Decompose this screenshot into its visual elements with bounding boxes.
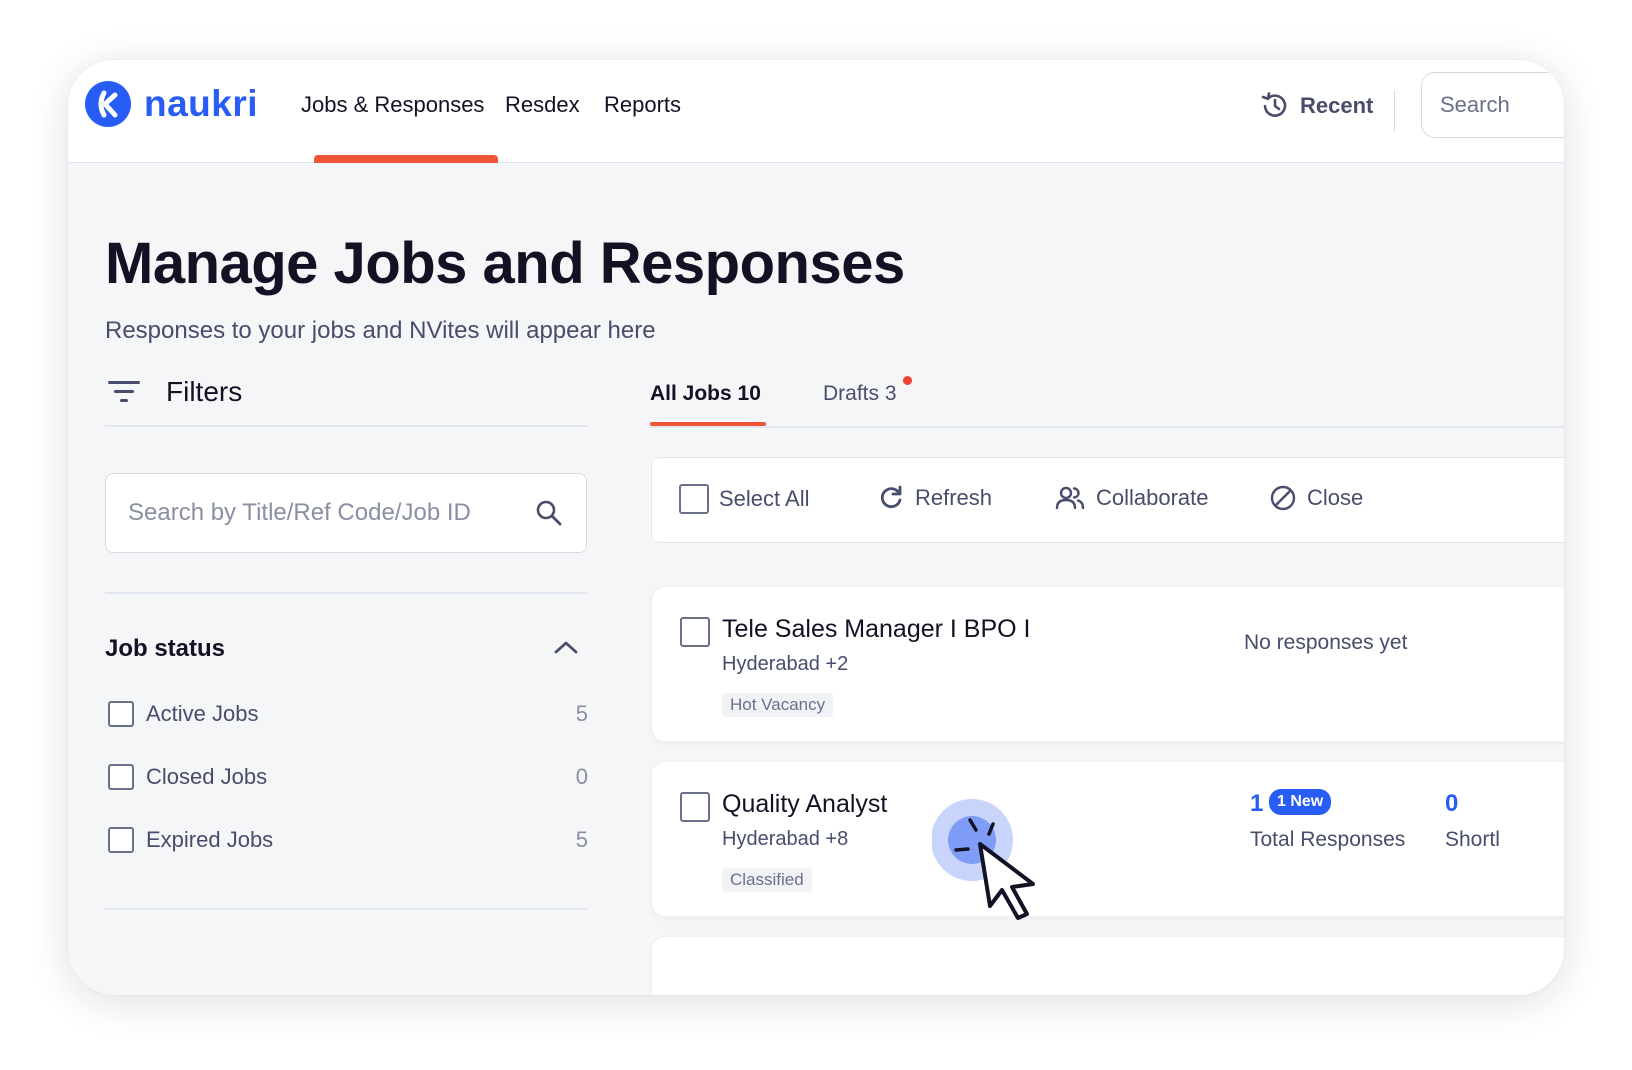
filters-header: Filters — [108, 376, 242, 408]
filter-section-divider — [105, 908, 587, 910]
new-responses-badge[interactable]: 1 New — [1269, 789, 1332, 815]
no-responses-text: No responses yet — [1244, 631, 1408, 654]
tab-drafts[interactable]: Drafts 3 — [823, 382, 897, 406]
select-all-label: Select All — [719, 486, 810, 511]
checkbox[interactable] — [108, 701, 134, 727]
nav-reports[interactable]: Reports — [604, 92, 681, 118]
naukri-logo-icon — [85, 81, 131, 127]
filters-title: Filters — [166, 376, 243, 407]
ban-icon — [1270, 485, 1296, 511]
nav-active-indicator — [314, 155, 498, 163]
filter-option-count: 0 — [575, 764, 588, 789]
filter-option-count: 5 — [575, 827, 588, 852]
shortlisted-count[interactable]: 0 — [1445, 790, 1458, 818]
tab-all-jobs[interactable]: All Jobs 10 — [650, 382, 761, 406]
filter-option-count: 5 — [575, 701, 588, 726]
nav-jobs-responses[interactable]: Jobs & Responses — [301, 92, 484, 118]
job-type-tag: Classified — [722, 868, 812, 892]
collaborate-label: Collaborate — [1096, 485, 1209, 510]
collaborate-button[interactable]: Collaborate — [1054, 484, 1209, 512]
history-icon — [1261, 92, 1287, 117]
job-search-input[interactable] — [106, 474, 526, 552]
total-responses-count[interactable]: 1 — [1250, 790, 1263, 818]
job-checkbox[interactable] — [680, 792, 710, 822]
bulk-actions-toolbar: Select All Refresh Collaborate Close — [651, 457, 1564, 543]
job-title[interactable]: Quality Analyst — [722, 790, 887, 819]
job-card[interactable] — [651, 936, 1564, 995]
recent-button[interactable]: Recent — [1258, 89, 1373, 123]
checkbox[interactable] — [108, 764, 134, 790]
global-search-input[interactable] — [1421, 72, 1564, 138]
search-icon[interactable] — [534, 498, 564, 528]
filter-option-label: Active Jobs — [146, 701, 259, 726]
job-type-tag: Hot Vacancy — [722, 693, 834, 717]
top-header: naukri Jobs & Responses Resdex Reports R… — [68, 60, 1564, 163]
chevron-up-icon[interactable] — [553, 638, 579, 656]
app-window: naukri Jobs & Responses Resdex Reports R… — [68, 60, 1564, 995]
select-all-button[interactable]: Select All — [679, 484, 810, 514]
naukri-logo[interactable]: naukri — [84, 80, 258, 128]
total-responses-label: Total Responses — [1250, 828, 1406, 851]
job-status-heading: Job status — [105, 635, 226, 662]
job-search-box — [105, 473, 587, 553]
refresh-label: Refresh — [915, 485, 993, 510]
page-title: Manage Jobs and Responses — [105, 231, 905, 296]
nav-resdex[interactable]: Resdex — [505, 92, 580, 118]
close-jobs-button[interactable]: Close — [1269, 484, 1363, 512]
logo-text: naukri — [144, 83, 259, 124]
shortlisted-label: Shortl — [1445, 828, 1500, 851]
filter-section-divider — [105, 592, 587, 594]
job-checkbox[interactable] — [680, 617, 710, 647]
drafts-notification-dot — [903, 376, 912, 385]
checkbox[interactable] — [679, 484, 709, 514]
filter-expired-jobs[interactable]: Expired Jobs 5 — [108, 827, 588, 853]
job-card[interactable]: Quality Analyst Hyderabad +8 Classified … — [651, 761, 1564, 917]
refresh-icon — [880, 485, 902, 509]
filter-active-jobs[interactable]: Active Jobs 5 — [108, 701, 588, 727]
checkbox[interactable] — [108, 827, 134, 853]
filter-option-label: Expired Jobs — [146, 827, 274, 852]
refresh-button[interactable]: Refresh — [877, 484, 992, 512]
job-location: Hyderabad +8 — [722, 828, 849, 850]
tabs-divider — [650, 426, 1564, 428]
filter-option-label: Closed Jobs — [146, 764, 268, 789]
filters-divider — [105, 425, 587, 427]
filter-closed-jobs[interactable]: Closed Jobs 0 — [108, 764, 588, 790]
job-title[interactable]: Tele Sales Manager I BPO I — [722, 615, 1030, 644]
job-card[interactable]: Tele Sales Manager I BPO I Hyderabad +2 … — [651, 586, 1564, 742]
close-label: Close — [1307, 485, 1364, 510]
users-icon — [1055, 486, 1085, 510]
header-divider — [1394, 90, 1395, 132]
page-subtitle: Responses to your jobs and NVites will a… — [105, 317, 656, 344]
filter-icon — [108, 381, 140, 402]
recent-label: Recent — [1300, 93, 1374, 118]
job-location: Hyderabad +2 — [722, 653, 849, 675]
